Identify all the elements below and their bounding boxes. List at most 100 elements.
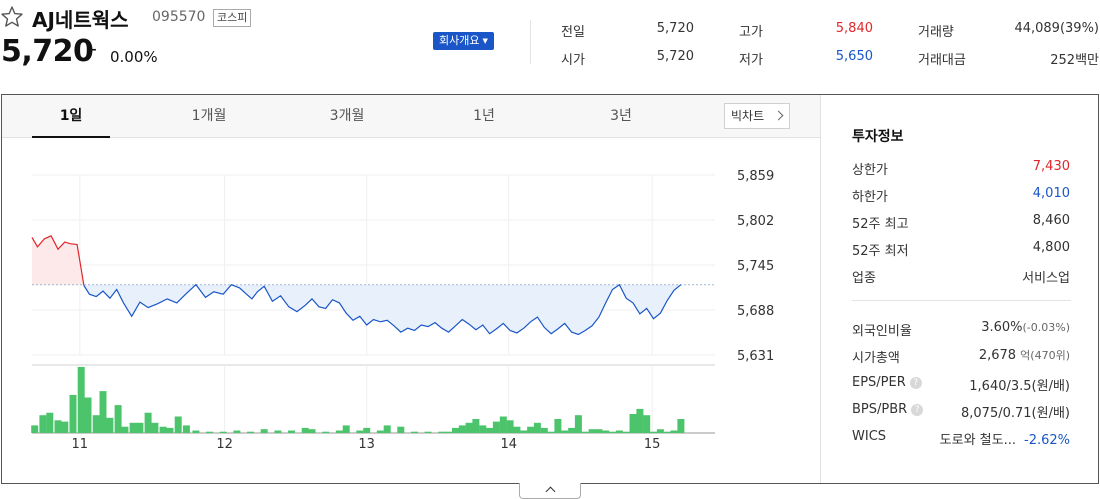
stock-code: 095570 <box>152 9 206 25</box>
volume-bar <box>656 429 664 433</box>
w52-high-label: 52주 최고 <box>852 217 909 232</box>
volume-bar <box>411 431 418 433</box>
y-tick-label: 5,688 <box>737 304 774 319</box>
w52-high-value: 8,460 <box>1032 213 1070 228</box>
volume-bar <box>650 431 657 433</box>
volume-bar <box>397 426 405 433</box>
volume-bar <box>129 422 137 433</box>
volume-bar <box>363 427 371 433</box>
foreign-ratio-value: 3.60%(-0.03%) <box>981 320 1070 335</box>
stock-header: AJ네트웍스 095570 코스피 5,720 – 0.00% 회사개요 ▼ 전일… <box>0 0 1100 90</box>
invest-info-panel: 투자정보 상한가 7,430 하한가 4,010 52주 최고 8,460 52… <box>820 95 1098 483</box>
volume-bar <box>663 431 671 433</box>
volume-bar <box>274 430 282 433</box>
x-tick-label: 12 <box>216 437 233 452</box>
volume-bar <box>356 430 364 433</box>
volume-bar <box>670 430 678 433</box>
amount-value: 252백만 <box>1050 53 1099 68</box>
volume-bar <box>609 431 616 433</box>
high-value: 5,840 <box>835 21 873 36</box>
volume-bar <box>486 427 494 433</box>
volume-bar <box>99 391 107 433</box>
volume-bar <box>159 426 167 433</box>
x-tick-label: 15 <box>644 437 661 452</box>
market-badge: 코스피 <box>213 9 252 27</box>
big-chart-button[interactable]: 빅차트 <box>724 103 790 129</box>
volume-bar <box>247 431 255 433</box>
tab-3year[interactable]: 3년 <box>582 95 660 138</box>
chevron-up-icon <box>545 486 556 497</box>
volume-bar <box>506 420 514 433</box>
prev-close-value: 5,720 <box>656 21 694 36</box>
volume-bar <box>54 420 62 433</box>
lower-limit-value: 4,010 <box>1032 186 1070 201</box>
help-icon[interactable]: ? <box>909 377 922 389</box>
volume-bar <box>182 425 190 433</box>
tab-3month[interactable]: 3개월 <box>308 95 386 138</box>
price-chart[interactable]: 5,859 5,802 5,745 5,688 5,631 11 12 13 14 15 <box>2 139 820 483</box>
tab-1month[interactable]: 1개월 <box>170 95 248 138</box>
volume-bar <box>424 431 432 433</box>
market-cap-value: 2,678 억(470위) <box>978 348 1070 363</box>
volume-bar <box>499 416 507 433</box>
volume-bar <box>479 425 487 433</box>
star-icon[interactable] <box>0 5 24 29</box>
divider <box>530 20 531 64</box>
market-cap-label: 시가총액 <box>852 351 900 366</box>
upper-limit-value: 7,430 <box>1032 159 1070 174</box>
volume-bar <box>636 408 644 433</box>
high-label: 고가 <box>739 25 763 40</box>
sector-label: 업종 <box>852 271 876 286</box>
volume-bar <box>192 430 200 433</box>
change-indicator: – <box>86 37 97 62</box>
volume-bar <box>554 419 562 433</box>
volume-bar <box>513 426 521 433</box>
low-label: 저가 <box>739 53 763 68</box>
volume-bar <box>301 427 309 433</box>
panel-divider <box>852 300 1071 301</box>
chart-box: 1일 1개월 3개월 1년 3년 빅차트 5,859 5,802 5,745 5,68… <box>1 94 1099 484</box>
volume-bar <box>568 427 576 433</box>
volume-bar <box>458 425 466 433</box>
volume-bar <box>595 429 603 433</box>
current-price: 5,720 <box>1 34 94 69</box>
volume-bar <box>288 430 295 433</box>
volume-bar <box>574 415 582 433</box>
y-tick-label: 5,745 <box>737 259 774 274</box>
volume-bar <box>31 425 39 433</box>
volume-bar <box>260 429 268 433</box>
volume-bar <box>39 415 47 433</box>
volume-bar <box>533 422 541 433</box>
wics-value[interactable]: 도로와 철도... -2.62% <box>940 429 1070 448</box>
y-tick-label: 5,631 <box>737 349 774 364</box>
volume-bar <box>629 414 637 433</box>
foreign-ratio-label: 외국인비율 <box>852 324 912 339</box>
volume-bar <box>335 430 343 433</box>
volume-bar <box>136 422 144 433</box>
volume-bar <box>615 430 623 433</box>
collapse-button[interactable] <box>519 483 581 499</box>
prev-close-label: 전일 <box>561 25 585 40</box>
volume-bar <box>174 416 182 433</box>
volume-value: 44,089(39%) <box>1014 21 1099 36</box>
volume-bar <box>677 419 685 433</box>
chevron-right-icon <box>773 110 784 121</box>
tab-1day[interactable]: 1일 <box>32 95 110 138</box>
x-tick-label: 14 <box>500 437 517 452</box>
help-icon[interactable]: ? <box>911 404 924 416</box>
volume-bar <box>445 431 453 433</box>
volume-bar <box>92 415 100 433</box>
volume-bar <box>219 431 227 433</box>
company-overview-label: 회사개요 <box>439 34 480 47</box>
stock-name: AJ네트웍스 <box>32 8 129 32</box>
volume-bar <box>520 430 528 433</box>
period-tabs: 1일 1개월 3개월 1년 3년 빅차트 <box>2 95 820 138</box>
invest-info-title: 투자정보 <box>852 129 904 145</box>
caret-down-icon: ▼ <box>482 37 488 45</box>
volume-bar <box>114 405 122 433</box>
company-overview-button[interactable]: 회사개요 ▼ <box>433 32 494 50</box>
open-label: 시가 <box>561 53 585 68</box>
tab-1year[interactable]: 1년 <box>445 95 523 138</box>
volume-bar <box>452 427 459 433</box>
volume-bar <box>383 425 391 433</box>
